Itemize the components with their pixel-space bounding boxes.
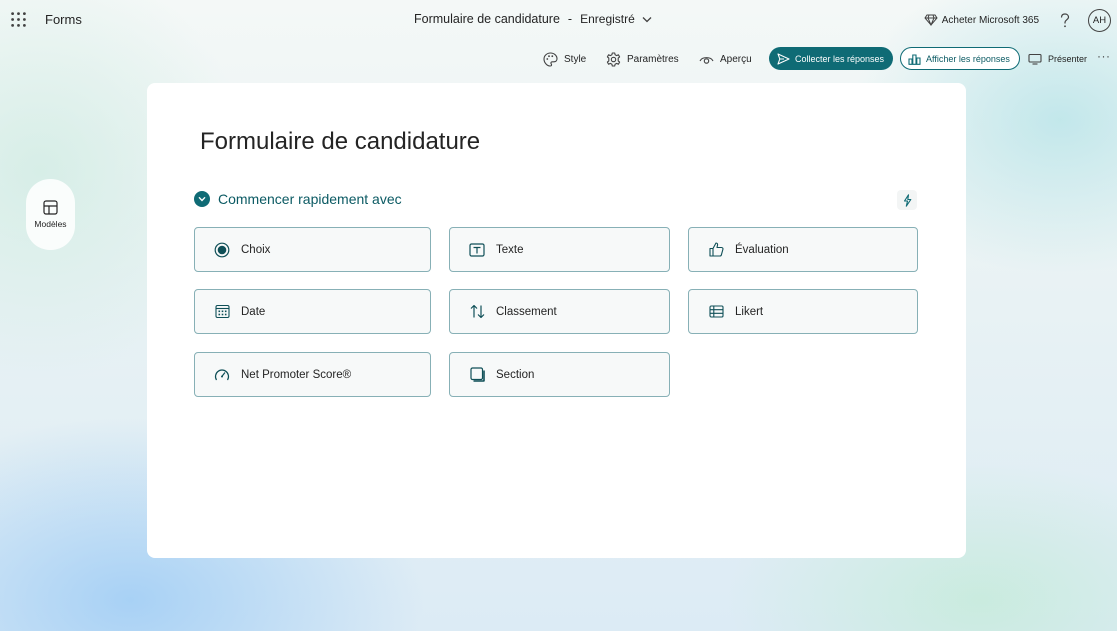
- settings-label: Paramètres: [627, 53, 679, 65]
- quick-start-label: Commencer rapidement avec: [218, 191, 402, 207]
- document-title: Formulaire de candidature: [414, 12, 560, 26]
- templates-label: Modèles: [34, 219, 67, 229]
- present-button[interactable]: Présenter: [1028, 53, 1087, 65]
- app-launcher-icon[interactable]: [11, 12, 26, 27]
- thumb-up-icon: [708, 242, 724, 258]
- more-options-button[interactable]: ···: [1097, 49, 1111, 63]
- top-bar: Forms Formulaire de candidature - Enregi…: [0, 0, 1117, 40]
- avatar[interactable]: AH: [1088, 8, 1111, 32]
- view-responses-label: Afficher les réponses: [926, 53, 1010, 64]
- style-label: Style: [564, 53, 587, 65]
- view-responses-button[interactable]: Afficher les réponses: [900, 47, 1020, 70]
- radio-icon: [214, 242, 230, 258]
- question-type-label: Section: [496, 368, 535, 381]
- preview-label: Aperçu: [720, 53, 752, 65]
- templates-button[interactable]: Modèles: [26, 179, 75, 250]
- add-rating-question-button[interactable]: Évaluation: [688, 227, 918, 272]
- bar-chart-icon: [908, 53, 921, 65]
- title-separator: -: [567, 12, 573, 26]
- add-likert-question-button[interactable]: Likert: [688, 289, 918, 334]
- chevron-down-circle-icon: [194, 191, 210, 207]
- preview-button[interactable]: Aperçu: [699, 54, 752, 65]
- add-date-question-button[interactable]: Date: [194, 289, 431, 334]
- form-title[interactable]: Formulaire de candidature: [200, 128, 480, 156]
- document-title-area[interactable]: Formulaire de candidature - Enregistré: [414, 12, 652, 26]
- collect-label: Collecter les réponses: [795, 53, 885, 64]
- question-type-label: Texte: [496, 243, 524, 256]
- lightning-icon[interactable]: [897, 190, 917, 210]
- palette-icon: [543, 51, 558, 67]
- question-type-label: Date: [241, 305, 266, 318]
- style-button[interactable]: Style: [543, 51, 587, 67]
- quick-start-toggle[interactable]: Commencer rapidement avec: [194, 191, 402, 207]
- app-name[interactable]: Forms: [45, 12, 82, 27]
- header-right: Acheter Microsoft 365 AH: [924, 8, 1111, 32]
- monitor-icon: [1028, 53, 1042, 65]
- text-box-icon: [469, 242, 485, 258]
- sort-arrows-icon: [469, 304, 485, 320]
- section-icon: [469, 367, 485, 383]
- buy-microsoft-365-button[interactable]: Acheter Microsoft 365: [924, 14, 1039, 26]
- add-choice-question-button[interactable]: Choix: [194, 227, 431, 272]
- present-label: Présenter: [1048, 54, 1088, 64]
- question-type-label: Net Promoter Score®: [241, 368, 352, 381]
- question-type-label: Classement: [496, 305, 557, 318]
- eye-icon: [699, 56, 714, 64]
- calendar-icon: [214, 304, 230, 320]
- form-toolbar: Style Paramètres Aperçu Collecter les ré…: [0, 47, 1117, 71]
- collect-responses-button[interactable]: Collecter les réponses: [769, 47, 893, 70]
- table-list-icon: [708, 304, 724, 320]
- add-ranking-question-button[interactable]: Classement: [449, 289, 670, 334]
- question-type-label: Choix: [241, 243, 271, 256]
- add-text-question-button[interactable]: Texte: [449, 227, 670, 272]
- question-type-label: Likert: [735, 305, 764, 318]
- gear-icon: [606, 51, 621, 67]
- add-nps-question-button[interactable]: Net Promoter Score®: [194, 352, 431, 397]
- form-card: Formulaire de candidature Commencer rapi…: [147, 83, 966, 558]
- buy-label: Acheter Microsoft 365: [941, 14, 1039, 26]
- chevron-down-icon[interactable]: [642, 16, 652, 23]
- send-icon: [777, 52, 790, 65]
- settings-button[interactable]: Paramètres: [606, 51, 679, 67]
- diamond-icon: [924, 14, 938, 26]
- templates-icon: [43, 200, 58, 215]
- help-icon[interactable]: [1057, 11, 1073, 29]
- question-type-label: Évaluation: [735, 243, 789, 256]
- save-status: Enregistré: [580, 12, 635, 26]
- add-section-button[interactable]: Section: [449, 352, 670, 397]
- gauge-icon: [214, 367, 230, 383]
